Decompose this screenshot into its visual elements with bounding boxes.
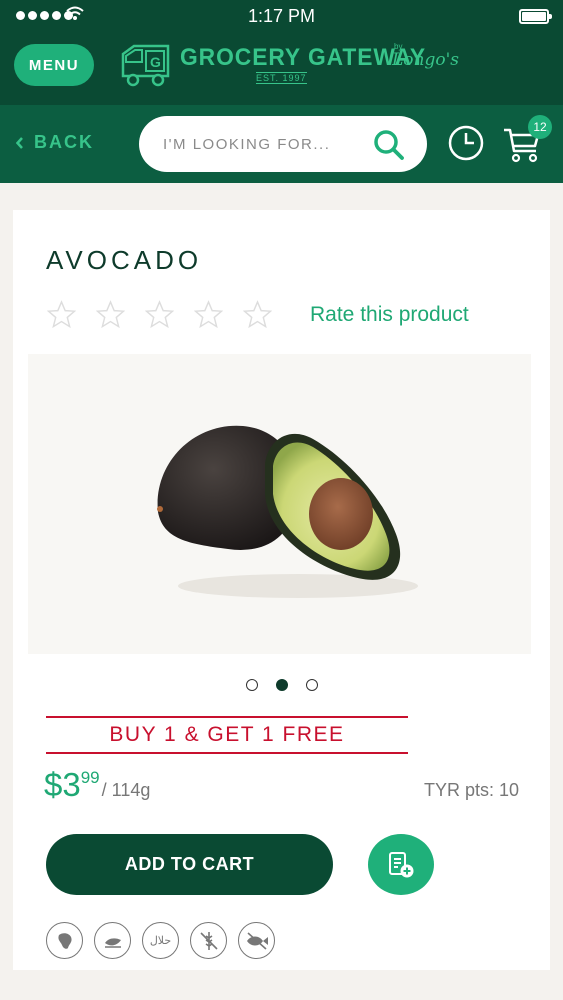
shopping-list-add-icon	[389, 851, 414, 877]
reward-points: TYR pts: 10	[423, 780, 519, 800]
logo-established: EST. 1997	[256, 72, 307, 84]
rate-product-link[interactable]: Rate this product	[310, 303, 469, 327]
product-attributes: حلال	[46, 922, 275, 959]
back-button[interactable]: BACK	[16, 132, 94, 153]
search-bar	[139, 116, 427, 172]
cart-button[interactable]: 12	[502, 115, 552, 167]
product-card: AVOCADO Rate this product BUY 1 & GET 1 …	[13, 210, 550, 970]
status-time: 1:17 PM	[247, 6, 316, 26]
status-bar: 1:17 PM	[0, 0, 563, 32]
product-image[interactable]	[28, 354, 531, 654]
carousel-dot[interactable]	[306, 679, 318, 691]
price-dollars: $3	[44, 766, 81, 803]
app-header: MENU G GROCERY GATEWAY EST. 1997 by Long…	[0, 32, 563, 105]
carousel-dots	[246, 679, 318, 691]
clock-icon[interactable]	[447, 124, 485, 162]
add-to-cart-button[interactable]: ADD TO CART	[46, 834, 333, 895]
halal-icon: حلال	[142, 922, 179, 959]
logo-longos: Longo's	[392, 50, 459, 70]
ontario-icon	[46, 922, 83, 959]
gluten-free-icon	[190, 922, 227, 959]
halal-text: حلال	[149, 935, 172, 947]
star-icon[interactable]	[47, 300, 76, 329]
grocery-gateway-logo[interactable]: G GROCERY GATEWAY EST. 1997 by Longo's	[120, 40, 459, 92]
logo-title: GROCERY GATEWAY	[180, 44, 427, 71]
price: $3 99 / 114g	[44, 766, 150, 804]
nav-bar: BACK 12	[0, 105, 563, 183]
vegan-icon	[94, 922, 131, 959]
star-icon[interactable]	[194, 300, 223, 329]
carousel-dot[interactable]	[246, 679, 258, 691]
star-icon[interactable]	[96, 300, 125, 329]
chevron-left-icon	[16, 136, 23, 149]
add-to-list-button[interactable]	[368, 834, 434, 895]
price-cents: 99	[80, 768, 100, 787]
menu-button[interactable]: MENU	[14, 44, 94, 86]
star-icon[interactable]	[145, 300, 174, 329]
fish-free-icon	[238, 922, 275, 959]
search-icon[interactable]	[373, 129, 405, 161]
price-unit: / 114g	[101, 780, 151, 800]
promo-banner: BUY 1 & GET 1 FREE	[46, 716, 408, 754]
star-icon[interactable]	[243, 300, 272, 329]
battery-icon	[519, 9, 552, 24]
rating-stars[interactable]	[47, 300, 272, 329]
truck-icon	[121, 44, 170, 87]
avocado-image	[157, 425, 418, 598]
carousel-dot-active[interactable]	[276, 679, 288, 691]
cart-count-badge: 12	[528, 115, 552, 139]
back-label: BACK	[34, 132, 94, 152]
product-title: AVOCADO	[46, 245, 203, 275]
logo-badge-letter: G	[150, 54, 161, 70]
search-input[interactable]	[163, 116, 373, 172]
